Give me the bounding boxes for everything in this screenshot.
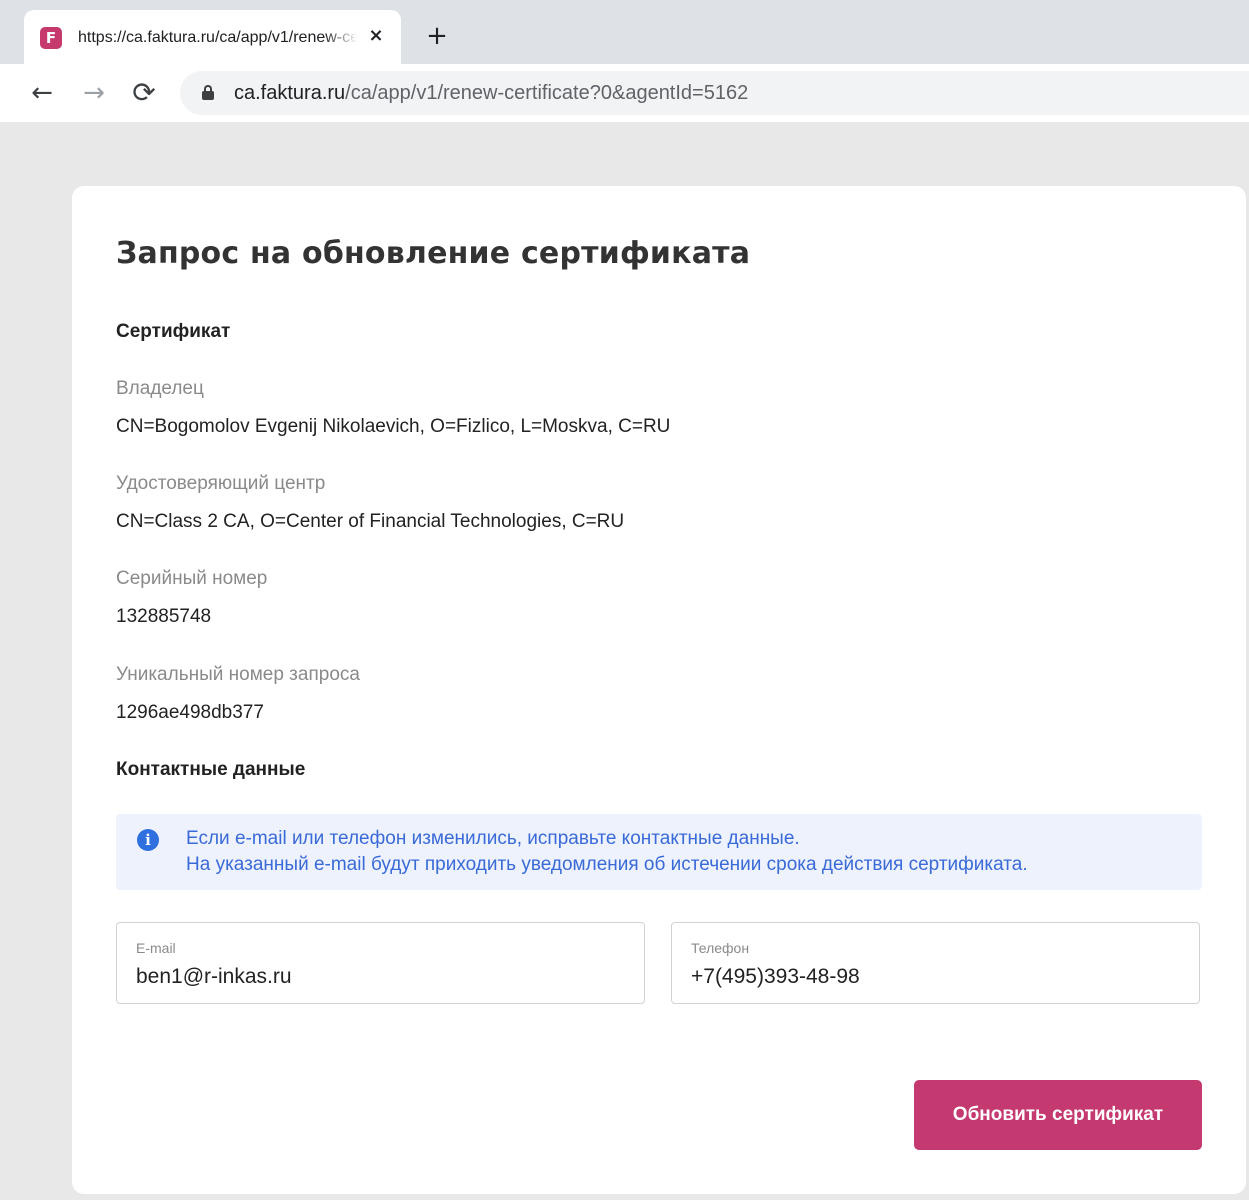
browser-tabstrip: F https://ca.faktura.ru/ca/app/v1/renew-… [0, 0, 1249, 64]
owner-value: CN=Bogomolov Evgenij Nikolaevich, O=Fizl… [116, 416, 671, 437]
owner-label: Владелец [116, 378, 204, 399]
request-id-value: 1296ae498db377 [116, 702, 264, 723]
info-line-2: На указанный e-mail будут приходить увед… [186, 854, 1028, 875]
serial-number-value: 132885748 [116, 606, 212, 627]
close-tab-icon[interactable]: × [364, 24, 388, 48]
email-input[interactable] [136, 963, 616, 991]
renew-certificate-card: Запрос на обновление сертификата Сертифи… [72, 186, 1246, 1194]
info-icon: i [137, 829, 159, 851]
page-title: Запрос на обновление сертификата [116, 236, 751, 271]
tab-title: https://ca.faktura.ru/ca/app/v1/renew-ce… [78, 29, 358, 46]
back-arrow-icon[interactable]: ← [27, 78, 57, 108]
address-bar-url[interactable]: ca.faktura.ru/ca/app/v1/renew-certificat… [234, 81, 748, 105]
phone-input[interactable] [691, 963, 1171, 991]
info-line-1: Если e-mail или телефон изменились, испр… [186, 828, 800, 849]
issuer-label: Удостоверяющий центр [116, 473, 326, 494]
faktura-favicon-icon: F [40, 27, 62, 49]
url-path: /ca/app/v1/renew-certificate?0&agentId=5… [345, 82, 749, 104]
renew-certificate-button[interactable]: Обновить сертификат [914, 1080, 1202, 1150]
lock-icon[interactable] [202, 85, 214, 100]
forward-arrow-icon[interactable]: → [79, 78, 109, 108]
browser-toolbar: ← → ⟳ ca.faktura.ru/ca/app/v1/renew-cert… [0, 64, 1249, 122]
url-host: ca.faktura.ru [234, 82, 346, 104]
reload-icon[interactable]: ⟳ [129, 78, 159, 108]
email-field-label: E-mail [136, 940, 176, 956]
browser-tab[interactable]: F https://ca.faktura.ru/ca/app/v1/renew-… [24, 10, 401, 64]
phone-field-label: Телефон [691, 940, 750, 956]
serial-number-label: Серийный номер [116, 568, 268, 589]
phone-field[interactable]: Телефон [671, 922, 1200, 1004]
info-notice: i Если e-mail или телефон изменились, ис… [116, 814, 1202, 890]
address-bar[interactable]: ca.faktura.ru/ca/app/v1/renew-certificat… [180, 71, 1249, 115]
issuer-value: CN=Class 2 CA, O=Center of Financial Tec… [116, 511, 625, 532]
contacts-section-title: Контактные данные [116, 759, 306, 780]
certificate-section-title: Сертификат [116, 321, 231, 342]
email-field[interactable]: E-mail [116, 922, 645, 1004]
request-id-label: Уникальный номер запроса [116, 664, 360, 685]
new-tab-icon[interactable]: + [423, 22, 451, 50]
